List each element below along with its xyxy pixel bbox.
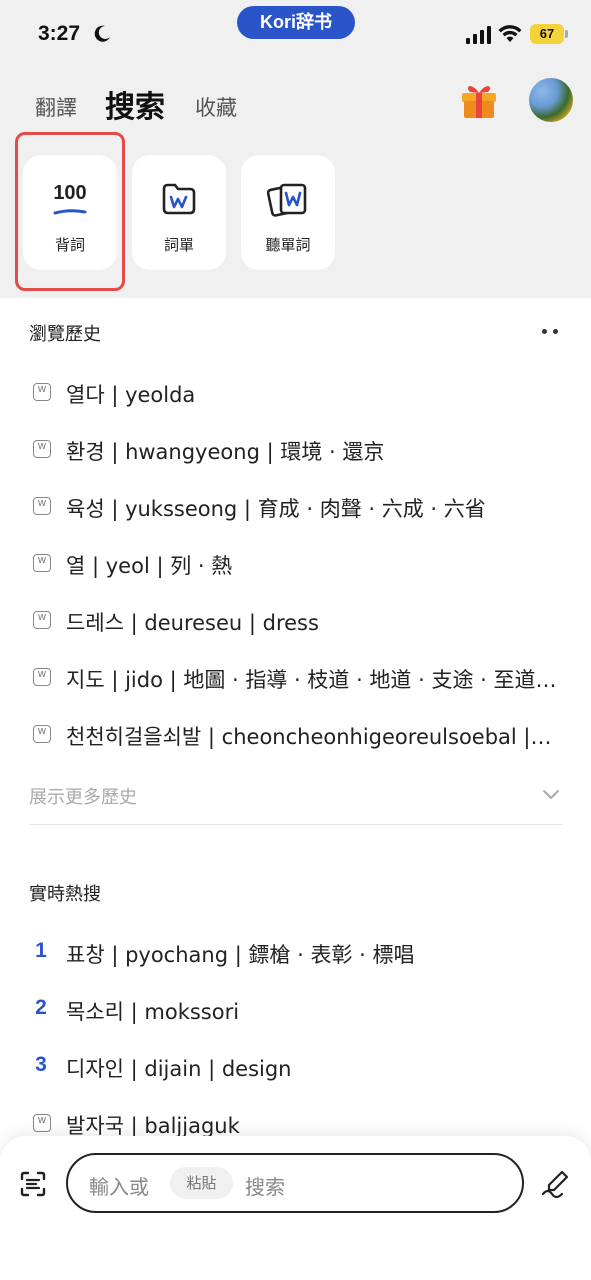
paste-button[interactable]: 粘貼 [170,1167,233,1199]
handwriting-icon[interactable] [540,1169,570,1199]
tab-translate[interactable]: 翻譯 [35,92,77,122]
recite-100-icon: 100 [53,182,87,204]
gift-icon[interactable] [458,78,500,120]
show-more-history[interactable]: 展示更多歷史 [29,783,137,809]
chevron-down-icon[interactable] [542,788,560,800]
word-icon [33,668,51,686]
history-item-text: 드레스 | deureseu | dress [66,611,319,635]
history-item[interactable]: 천천히걸을쇠발 | cheoncheonhigeoreulsoebal |… [0,713,591,753]
history-item-text: 천천히걸을쇠발 | cheoncheonhigeoreulsoebal |… [66,725,552,749]
tab-favorites[interactable]: 收藏 [195,92,237,122]
rank-number: 2 [35,996,47,1019]
word-folder-icon [162,183,196,215]
search-placeholder-prefix: 輸入或 [89,1175,149,1199]
history-item-text: 열 | yeol | 列 · 熱 [66,554,233,578]
word-icon [33,725,51,743]
word-list-label: 詞單 [163,236,194,254]
hot-search-item[interactable]: 3 디자인 | dijain | design [0,1045,591,1085]
hot-search-text: 목소리 | mokssori [66,1000,240,1024]
listen-words-label: 聽單詞 [265,236,311,254]
tab-search[interactable]: 搜索 [105,82,165,126]
history-item-text: 환경 | hwangyeong | 環境 · 還京 [66,440,385,464]
rank-number: 3 [35,1053,47,1076]
word-icon [33,383,51,401]
history-item[interactable]: 육성 | yuksseong | 育成 · 肉聲 · 六成 · 六省 [0,485,591,525]
hot-search-text: 디자인 | dijain | design [66,1057,292,1081]
avatar[interactable] [529,78,573,122]
history-item-text: 지도 | jido | 地圖 · 指導 · 枝道 · 地道 · 支途 · 至道… [66,668,557,692]
rank-number: 1 [35,939,47,962]
listen-cards-icon [267,183,307,217]
hot-search-text: 표창 | pyochang | 鏢槍 · 表彰 · 標唱 [66,943,415,967]
recite-words-card[interactable]: 100 背詞 [23,155,117,270]
wifi-icon [498,25,522,42]
history-title: 瀏覽歷史 [29,324,101,345]
word-icon [33,440,51,458]
battery-indicator: 67 [530,24,564,44]
hot-search-title: 實時熱搜 [29,884,101,905]
recite-underline-icon [53,209,87,215]
app-name-pill: Kori辞书 [237,6,355,39]
cellular-signal-icon [466,26,491,44]
recite-words-label: 背詞 [54,236,85,254]
search-placeholder-suffix: 搜索 [245,1175,285,1199]
more-options-icon[interactable] [539,329,563,335]
hot-search-item[interactable]: 2 목소리 | mokssori [0,988,591,1028]
status-bar: 3:27 Kori辞书 67 [0,0,591,70]
history-item[interactable]: 지도 | jido | 地圖 · 指導 · 枝道 · 地道 · 支途 · 至道… [0,656,591,696]
word-icon [33,497,51,515]
status-time: 3:27 [38,22,81,45]
divider [29,824,563,825]
word-list-card[interactable]: 詞單 [132,155,226,270]
search-input[interactable]: 輸入或 粘貼 搜索 [66,1153,524,1213]
scan-icon[interactable] [19,1170,47,1198]
word-icon [33,611,51,629]
history-item-text: 열다 | yeolda [66,383,196,407]
listen-words-card[interactable]: 聽單詞 [241,155,335,270]
hot-search-item[interactable]: 1 표창 | pyochang | 鏢槍 · 表彰 · 標唱 [0,931,591,971]
history-item[interactable]: 열 | yeol | 列 · 熱 [0,542,591,582]
history-item-text: 육성 | yuksseong | 育成 · 肉聲 · 六成 · 六省 [66,497,486,521]
battery-tip [565,30,568,38]
word-icon [33,554,51,572]
history-item[interactable]: 열다 | yeolda [0,371,591,411]
history-item[interactable]: 환경 | hwangyeong | 環境 · 還京 [0,428,591,468]
moon-icon [94,25,110,42]
bottom-search-bar: 輸入或 粘貼 搜索 [0,1136,591,1280]
history-item[interactable]: 드레스 | deureseu | dress [0,599,591,639]
word-icon [33,1114,51,1132]
